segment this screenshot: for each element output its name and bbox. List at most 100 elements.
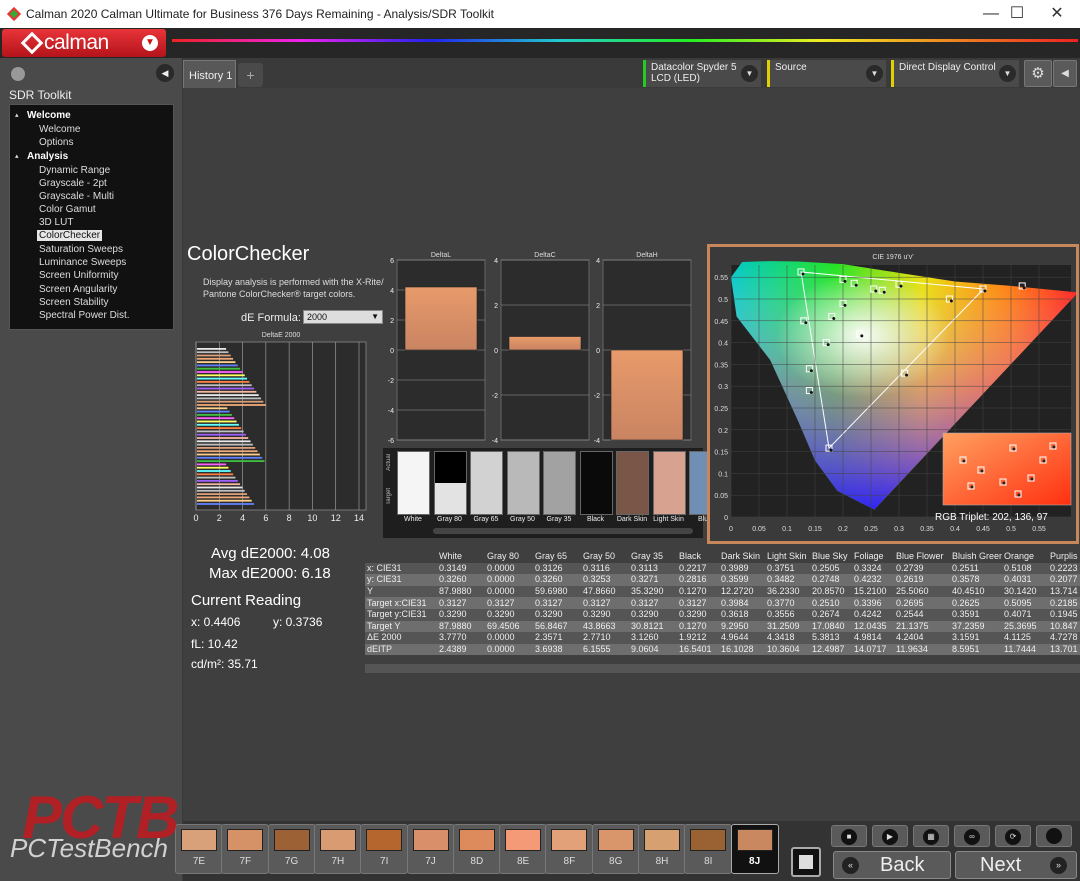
column-header[interactable]: Blue Sky [810,551,852,563]
next-button[interactable]: Next » [955,851,1077,879]
table-cell: 0.2619 [894,574,950,586]
table-row: ΔE 2000 3.7770 0.0000 2.3571 2.7710 3.1260 1.9… [365,632,1080,644]
back-button[interactable]: « Back [833,851,951,879]
y-tick-label: 0.5 [718,297,728,304]
patch-7g[interactable]: 7G [267,824,316,874]
close-button[interactable]: ✕ [1034,2,1080,26]
de-bar [197,453,260,456]
swatch-gray-50[interactable] [506,451,540,515]
column-header[interactable]: Gray 50 [581,551,629,563]
expand-icon[interactable]: ▴ [15,111,19,119]
column-header[interactable]: Purplis [1048,551,1080,563]
display-dropdown[interactable]: Direct Display Control ▼ [891,60,1019,87]
x-tick-label: 0.05 [752,526,766,533]
swatch-gray-65[interactable] [470,451,503,515]
stop-button[interactable]: ■ [831,825,867,847]
pin-icon[interactable] [11,67,25,81]
table-cell: 0.4031 [1002,574,1048,586]
record-button[interactable] [1036,825,1072,847]
column-header[interactable]: Bluish Green [950,551,1002,563]
chart-title: DeltaE 2000 [262,332,301,339]
table-scrollbar[interactable] [365,664,1080,673]
stop-measure-button[interactable] [791,847,821,877]
table-cell: 10.847 [1048,620,1080,633]
calman-menu-button[interactable]: calman ▼ [2,29,166,57]
tree-group-analysis[interactable]: Analysis [27,151,68,162]
swatch-scrollbar[interactable] [433,528,693,534]
de-bar [197,420,237,423]
swatch-dark-skin[interactable] [616,451,649,515]
tree-item-screen-uniformity[interactable]: Screen Uniformity [39,270,118,281]
collapse-panel-icon[interactable]: ◀ [1053,60,1077,87]
column-header[interactable]: White [437,551,485,563]
back-arrow-icon: « [842,857,859,874]
tree-item-screen-angularity[interactable]: Screen Angularity [39,284,117,295]
swatch-light-skin[interactable] [652,451,686,515]
column-header[interactable]: Gray 80 [485,551,533,563]
column-header[interactable]: Dark Skin [719,551,765,563]
tree-item-luminance-sweeps[interactable]: Luminance Sweeps [39,257,126,268]
tree-item-welcome[interactable]: Welcome [39,124,81,135]
tree-item-saturation-sweeps[interactable]: Saturation Sweeps [39,244,123,255]
de-bar [197,351,229,354]
patch-8i[interactable]: 8I [684,824,733,874]
swatch-white[interactable] [397,451,430,515]
patch-8j[interactable]: 8J [730,824,779,874]
tab-history-1[interactable]: History 1 [183,60,236,88]
meter-dropdown[interactable]: Datacolor Spyder 5 LCD (LED) ▼ [643,60,761,87]
column-header[interactable]: Blue Flower [894,551,950,563]
settings-gear-icon[interactable]: ⚙ [1024,60,1052,87]
column-header[interactable]: Light Skin [765,551,810,563]
tree-item-color-gamut[interactable]: Color Gamut [39,204,96,215]
column-header[interactable]: Foliage [852,551,894,563]
column-header[interactable]: Gray 35 [629,551,677,563]
table-cell: 2.3571 [533,632,581,644]
column-header[interactable]: Orange [1002,551,1048,563]
continuous-button[interactable]: ∞ [954,825,990,847]
deltae-chart: DeltaE 2000 0 2 4 6 8 10 12 14 [193,332,367,523]
swatch-black[interactable] [579,451,613,515]
table-cell: 0.3127 [437,597,485,609]
delta-bar [508,336,582,351]
table-cell: 0.2077 [1048,574,1080,586]
patch-8f[interactable]: 8F [545,824,594,874]
de-bar [197,503,255,505]
x-tick-label: 0.5 [1006,526,1016,533]
table-cell: 0.2185 [1048,597,1080,609]
tree-item-colorchecker[interactable]: ColorChecker [37,230,103,241]
tree-item-3d-lut[interactable]: 3D LUT [39,217,73,228]
data-table[interactable]: White Gray 80 Gray 65 Gray 50 Gray 35 Black Da… [365,551,1080,675]
patch-7j[interactable]: 7J [406,824,455,874]
column-header[interactable]: Black [677,551,719,563]
tree-item-screen-stability[interactable]: Screen Stability [39,297,108,308]
de-formula-select[interactable]: 2000 ▼ [303,310,383,324]
table-cell: 0.4071 [1002,608,1048,621]
tree-item-spectral-power[interactable]: Spectral Power Dist. [39,310,130,321]
column-header[interactable]: Gray 65 [533,551,581,563]
swatch-gray-35[interactable] [543,451,576,515]
x-tick-label: 0.55 [1032,526,1046,533]
tree-item-grayscale-multi[interactable]: Grayscale - Multi [39,191,114,202]
add-tab-button[interactable]: + [238,63,263,87]
expand-icon[interactable]: ▴ [15,152,19,160]
read-series-button[interactable]: ▦ [913,825,949,847]
swatch-gray-80[interactable] [433,451,467,515]
tree-item-grayscale-2pt[interactable]: Grayscale - 2pt [39,178,107,189]
patch-8g[interactable]: 8G [591,824,640,874]
tree-item-options[interactable]: Options [39,137,73,148]
source-dropdown[interactable]: Source ▼ [767,60,886,87]
de-bar [197,456,263,459]
play-button[interactable]: ▶ [872,825,908,847]
tick-label: 4 [494,258,498,265]
tree-group-welcome[interactable]: Welcome [27,110,71,121]
sync-button[interactable]: ⟳ [995,825,1031,847]
patch-7i[interactable]: 7I [360,824,409,874]
table-cell: 0.3113 [629,562,677,575]
patch-8h[interactable]: 8H [638,824,686,874]
patch-7h[interactable]: 7H [313,824,362,874]
patch-8d[interactable]: 8D [452,824,501,874]
collapse-sidebar-icon[interactable]: ◀ [156,64,174,82]
patch-8e[interactable]: 8E [499,824,548,874]
y-tick-label: 0.55 [714,275,728,282]
tree-item-dynamic-range[interactable]: Dynamic Range [39,165,110,176]
